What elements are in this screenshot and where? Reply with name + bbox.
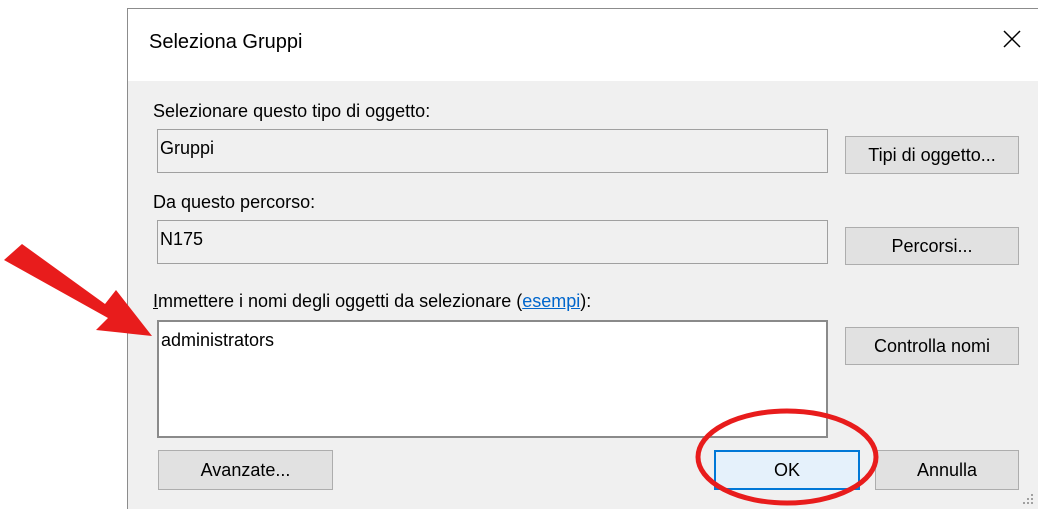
resize-grip-icon[interactable] (1020, 491, 1034, 505)
location-field: N175 (157, 220, 828, 264)
object-type-field: Gruppi (157, 129, 828, 173)
location-label: Da questo percorso: (153, 192, 316, 212)
close-button[interactable] (998, 25, 1026, 53)
object-names-label-text: mmettere i nomi degli oggetti da selezio… (158, 291, 523, 311)
screenshot: Seleziona Gruppi Selezionare questo tipo… (0, 0, 1038, 509)
object-types-button[interactable]: Tipi di oggetto... (845, 136, 1019, 174)
close-icon (1003, 30, 1021, 48)
object-type-label-colon: : (425, 101, 431, 121)
dialog-title: Seleziona Gruppi (149, 31, 303, 53)
advanced-button[interactable]: Avanzate... (158, 450, 333, 490)
object-type-label: Selezionare questo tipo di oggetto: (153, 101, 430, 122)
red-circle-highlight (695, 408, 879, 506)
red-arrow-icon (4, 244, 152, 336)
object-names-label-suffix: ): (580, 291, 592, 311)
object-names-label: Immettere i nomi degli oggetti da selezi… (153, 291, 591, 312)
check-names-button[interactable]: Controlla nomi (845, 327, 1019, 365)
locations-button[interactable]: Percorsi... (845, 227, 1019, 265)
examples-link[interactable]: esempi (522, 291, 580, 311)
select-groups-dialog: Seleziona Gruppi Selezionare questo tipo… (127, 8, 1038, 509)
cancel-button[interactable]: Annulla (875, 450, 1019, 490)
object-type-label-text: Selezionare questo tipo di oggetto (153, 101, 426, 121)
title-bar: Seleziona Gruppi (128, 9, 1038, 81)
